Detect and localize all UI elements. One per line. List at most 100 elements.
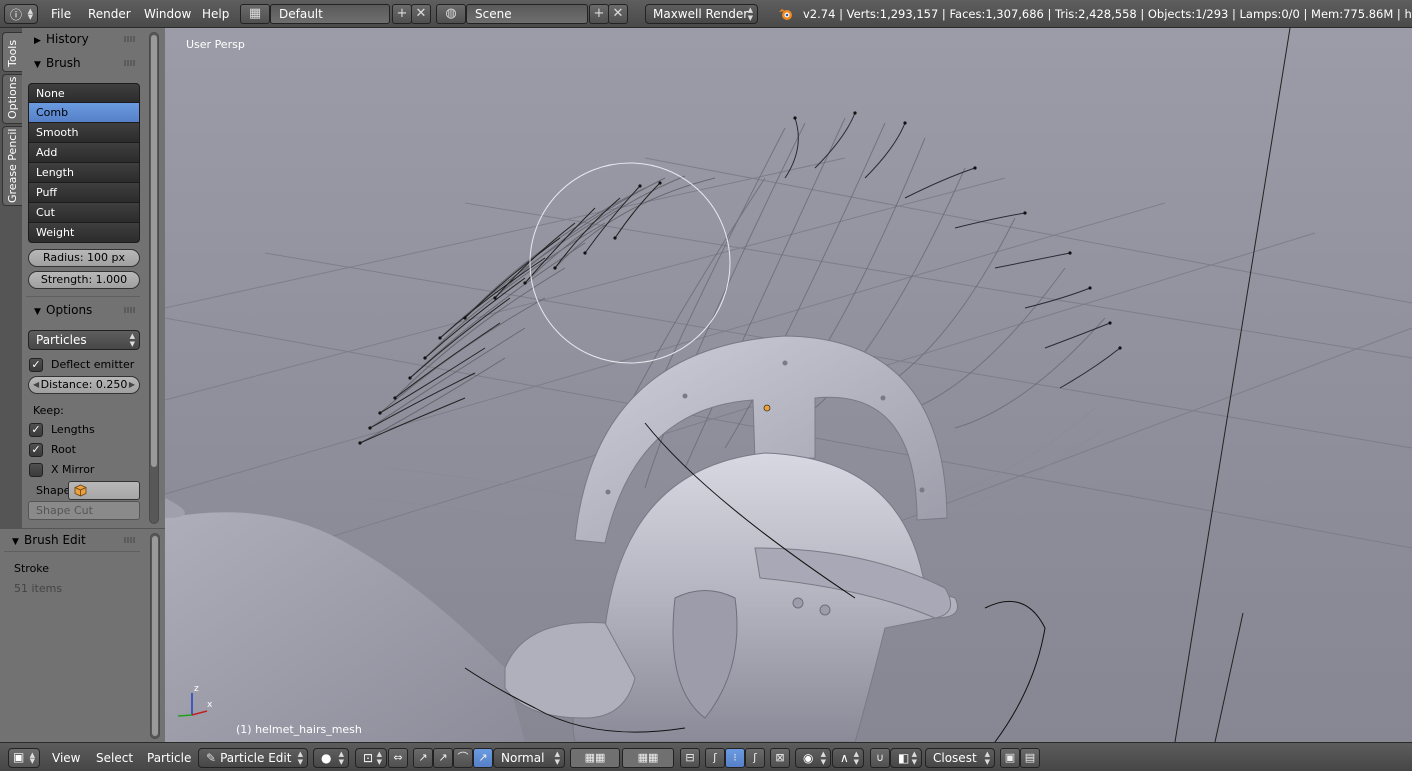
editor-type-button[interactable]: ▣ ▲ ▼ [8,748,40,768]
3d-viewport[interactable]: User Persp (1) helmet_hairs_mesh z x [165,28,1412,742]
chevron-down-icon: ▲ ▼ [984,750,990,766]
drag-grip-icon[interactable] [124,60,136,66]
axis-icon: ↗ [418,751,428,764]
layout-add-button[interactable]: + [392,4,412,24]
menu-view[interactable]: View [52,748,80,768]
chevron-down-icon: ▲ ▼ [820,750,826,766]
brush-panel-header[interactable]: ▼ Brush [26,52,140,74]
transform-orientation-dropdown[interactable]: Normal ▲ ▼ [493,748,565,768]
viewport-scene[interactable] [165,28,1412,742]
tab-tools[interactable]: Tools [2,32,22,72]
render-engine-dropdown[interactable]: Maxwell Render ▲ ▼ [645,4,758,24]
viewport-shading-dropdown[interactable]: ● ▲ ▼ [313,748,349,768]
layer-grid-button[interactable]: ▦▦ [570,748,620,768]
options-panel-header[interactable]: ▼ Options [26,299,140,321]
z-axis-line [1174,28,1291,742]
layer-grid-button-2[interactable]: ▦▦ [622,748,674,768]
checkmark-icon: ✓ [29,358,43,372]
object-origin [763,404,771,412]
brush-add[interactable]: Add [28,143,140,163]
lock-camera-button[interactable]: ⊟ [680,748,700,768]
tip-edit-button[interactable]: ʃ [745,748,765,768]
checkmark-icon: ✓ [29,443,43,457]
tab-options[interactable]: Options [2,74,22,124]
menu-help[interactable]: Help [196,4,235,24]
brush-weight[interactable]: Weight [28,223,140,243]
pivot-icon: ⊡ [363,751,374,765]
scene-remove-button[interactable]: ✕ [608,4,628,24]
drag-grip-icon[interactable] [124,537,136,543]
transform-orientation-button[interactable]: ↗ [473,748,493,768]
brush-length[interactable]: Length [28,163,140,183]
translate-manipulator-button[interactable]: ↗ [413,748,433,768]
scene-stats: v2.74 | Verts:1,293,157 | Faces:1,307,68… [803,7,1412,21]
expand-triangle-icon: ▶ [34,36,41,46]
drag-grip-icon[interactable] [124,36,136,42]
brush-comb[interactable]: Comb [28,103,140,123]
brush-none[interactable]: None [28,83,140,103]
interaction-mode-dropdown[interactable]: ✎ Particle Edit ▲ ▼ [198,748,308,768]
snap-cube-icon: ◧ [898,751,910,765]
limit-selection-button[interactable]: ⊠ [770,748,790,768]
render-still-button[interactable]: ▣ [1000,748,1020,768]
scale-manipulator-button[interactable]: ⌒ [453,748,473,768]
point-edit-button[interactable]: ⁝ [725,748,745,768]
scene-name-field[interactable]: Scene [466,4,588,24]
collapse-triangle-icon: ▼ [34,307,41,317]
distance-slider[interactable]: ◀ Distance: 0.250 ▶ [28,376,140,394]
history-panel-header[interactable]: ▶ History [26,28,140,50]
snap-toggle-button[interactable]: ∪ [870,748,890,768]
deflect-emitter-checkbox[interactable]: ✓ Deflect emitter [29,356,134,374]
editor-type-button[interactable]: ⓘ ▲ ▼ [4,4,38,24]
chevron-down-icon: ▲ ▼ [853,750,859,766]
radius-slider[interactable]: Radius: 100 px [28,249,140,267]
info-icon: ⓘ [10,8,23,22]
edit-mode-dropdown[interactable]: Particles ▲ ▼ [28,330,140,350]
menu-render[interactable]: Render [82,4,137,24]
drag-grip-icon[interactable] [124,307,136,313]
keep-root-checkbox[interactable]: ✓ Root [29,441,76,459]
render-animation-button[interactable]: ▤ [1020,748,1040,768]
menu-file[interactable]: File [45,4,77,24]
orientation-icon: ↗ [478,751,488,764]
shape-cut-button[interactable]: Shape Cut [28,501,140,520]
manipulator-icon: ⇔ [393,751,403,764]
brush-cut[interactable]: Cut [28,203,140,223]
menu-particle[interactable]: Particle [147,748,191,768]
brush-puff[interactable]: Puff [28,183,140,203]
proportional-edit-dropdown[interactable]: ◉ ▲ ▼ [795,748,831,768]
layout-browse-button[interactable]: ▦ [240,4,270,24]
scene-browse-button[interactable]: ◍ [436,4,466,24]
chevron-down-icon: ▲ ▼ [338,750,344,766]
strength-slider[interactable]: Strength: 1.000 [28,271,140,289]
rotate-manipulator-button[interactable]: ↗ [433,748,453,768]
manipulator-toggle-button[interactable]: ⇔ [388,748,408,768]
collapse-triangle-icon: ▼ [12,537,19,547]
menu-window[interactable]: Window [138,4,197,24]
path-icon: ʃ [713,751,717,764]
collapse-triangle-icon: ▼ [34,60,41,70]
brush-type-list: None Comb Smooth Add Length Puff Cut Wei… [28,83,140,243]
brush-edit-header[interactable]: ▼ Brush Edit [4,529,140,551]
shape-object-field[interactable] [68,481,140,500]
brush-edit-scrollbar[interactable] [150,533,160,739]
pivot-point-dropdown[interactable]: ⊡ ▲ ▼ [355,748,387,768]
scrollbar-thumb[interactable] [152,536,158,736]
falloff-dropdown[interactable]: ∧ ▲ ▼ [832,748,864,768]
snap-target-dropdown[interactable]: Closest ▲ ▼ [925,748,995,768]
path-edit-button[interactable]: ʃ [705,748,725,768]
keep-lengths-checkbox[interactable]: ✓ Lengths [29,421,95,439]
rotate-arrow-icon: ↗ [438,751,448,764]
chevron-down-icon: ▲ ▼ [376,750,382,766]
tool-shelf-scrollbar[interactable] [149,32,159,524]
layout-name-field[interactable]: Default [270,4,390,24]
snap-element-dropdown[interactable]: ◧ ▲ ▼ [890,748,922,768]
tab-grease-pencil[interactable]: Grease Pencil [2,126,22,206]
scene-add-button[interactable]: + [589,4,609,24]
scrollbar-thumb[interactable] [151,35,157,467]
x-mirror-checkbox[interactable]: X Mirror [29,461,94,479]
chevron-right-icon: ▶ [128,380,135,389]
menu-select[interactable]: Select [96,748,133,768]
brush-smooth[interactable]: Smooth [28,123,140,143]
layout-remove-button[interactable]: ✕ [411,4,431,24]
